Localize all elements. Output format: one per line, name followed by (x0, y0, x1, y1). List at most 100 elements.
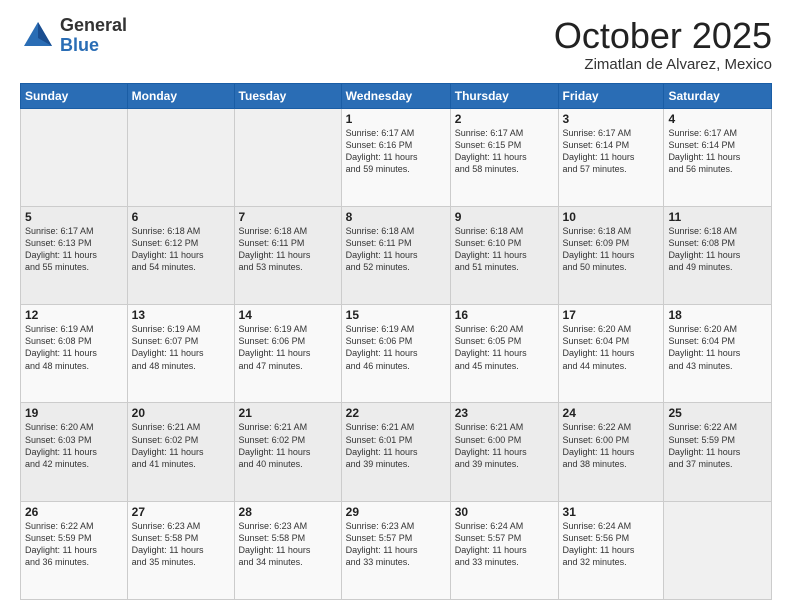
calendar-cell: 7Sunrise: 6:18 AM Sunset: 6:11 PM Daylig… (234, 206, 341, 304)
calendar-cell: 16Sunrise: 6:20 AM Sunset: 6:05 PM Dayli… (450, 305, 558, 403)
calendar-cell (234, 108, 341, 206)
day-number: 20 (132, 406, 230, 420)
calendar-cell: 26Sunrise: 6:22 AM Sunset: 5:59 PM Dayli… (21, 501, 128, 599)
weekday-header-saturday: Saturday (664, 83, 772, 108)
calendar-week-2: 5Sunrise: 6:17 AM Sunset: 6:13 PM Daylig… (21, 206, 772, 304)
calendar-cell: 4Sunrise: 6:17 AM Sunset: 6:14 PM Daylig… (664, 108, 772, 206)
day-number: 6 (132, 210, 230, 224)
logo-blue-text: Blue (60, 36, 127, 56)
day-number: 28 (239, 505, 337, 519)
day-info: Sunrise: 6:17 AM Sunset: 6:15 PM Dayligh… (455, 127, 554, 176)
day-info: Sunrise: 6:21 AM Sunset: 6:02 PM Dayligh… (239, 421, 337, 470)
day-number: 4 (668, 112, 767, 126)
calendar-cell: 3Sunrise: 6:17 AM Sunset: 6:14 PM Daylig… (558, 108, 664, 206)
day-number: 18 (668, 308, 767, 322)
day-number: 17 (563, 308, 660, 322)
day-number: 9 (455, 210, 554, 224)
location: Zimatlan de Alvarez, Mexico (554, 56, 772, 73)
logo-icon (20, 18, 56, 54)
day-info: Sunrise: 6:18 AM Sunset: 6:09 PM Dayligh… (563, 225, 660, 274)
day-number: 21 (239, 406, 337, 420)
weekday-header-friday: Friday (558, 83, 664, 108)
calendar-cell: 21Sunrise: 6:21 AM Sunset: 6:02 PM Dayli… (234, 403, 341, 501)
weekday-row: SundayMondayTuesdayWednesdayThursdayFrid… (21, 83, 772, 108)
day-number: 22 (346, 406, 446, 420)
calendar-cell (21, 108, 128, 206)
day-info: Sunrise: 6:20 AM Sunset: 6:04 PM Dayligh… (563, 323, 660, 372)
day-info: Sunrise: 6:20 AM Sunset: 6:03 PM Dayligh… (25, 421, 123, 470)
calendar-cell (664, 501, 772, 599)
calendar-week-4: 19Sunrise: 6:20 AM Sunset: 6:03 PM Dayli… (21, 403, 772, 501)
day-number: 1 (346, 112, 446, 126)
day-info: Sunrise: 6:22 AM Sunset: 5:59 PM Dayligh… (25, 520, 123, 569)
logo-text: General Blue (60, 16, 127, 56)
day-info: Sunrise: 6:18 AM Sunset: 6:10 PM Dayligh… (455, 225, 554, 274)
calendar-cell: 25Sunrise: 6:22 AM Sunset: 5:59 PM Dayli… (664, 403, 772, 501)
day-info: Sunrise: 6:19 AM Sunset: 6:07 PM Dayligh… (132, 323, 230, 372)
day-number: 10 (563, 210, 660, 224)
day-number: 7 (239, 210, 337, 224)
day-number: 11 (668, 210, 767, 224)
calendar: SundayMondayTuesdayWednesdayThursdayFrid… (20, 83, 772, 600)
calendar-header: SundayMondayTuesdayWednesdayThursdayFrid… (21, 83, 772, 108)
day-number: 24 (563, 406, 660, 420)
day-number: 8 (346, 210, 446, 224)
day-info: Sunrise: 6:23 AM Sunset: 5:58 PM Dayligh… (132, 520, 230, 569)
weekday-header-tuesday: Tuesday (234, 83, 341, 108)
day-info: Sunrise: 6:23 AM Sunset: 5:58 PM Dayligh… (239, 520, 337, 569)
calendar-cell: 30Sunrise: 6:24 AM Sunset: 5:57 PM Dayli… (450, 501, 558, 599)
calendar-cell: 18Sunrise: 6:20 AM Sunset: 6:04 PM Dayli… (664, 305, 772, 403)
day-number: 30 (455, 505, 554, 519)
day-info: Sunrise: 6:21 AM Sunset: 6:02 PM Dayligh… (132, 421, 230, 470)
day-number: 12 (25, 308, 123, 322)
day-number: 25 (668, 406, 767, 420)
calendar-cell: 12Sunrise: 6:19 AM Sunset: 6:08 PM Dayli… (21, 305, 128, 403)
day-info: Sunrise: 6:21 AM Sunset: 6:00 PM Dayligh… (455, 421, 554, 470)
day-number: 3 (563, 112, 660, 126)
header-right: October 2025 Zimatlan de Alvarez, Mexico (554, 16, 772, 73)
day-info: Sunrise: 6:19 AM Sunset: 6:06 PM Dayligh… (239, 323, 337, 372)
calendar-cell (127, 108, 234, 206)
day-number: 26 (25, 505, 123, 519)
calendar-cell: 13Sunrise: 6:19 AM Sunset: 6:07 PM Dayli… (127, 305, 234, 403)
day-info: Sunrise: 6:18 AM Sunset: 6:11 PM Dayligh… (346, 225, 446, 274)
calendar-cell: 29Sunrise: 6:23 AM Sunset: 5:57 PM Dayli… (341, 501, 450, 599)
day-number: 23 (455, 406, 554, 420)
calendar-cell: 9Sunrise: 6:18 AM Sunset: 6:10 PM Daylig… (450, 206, 558, 304)
calendar-cell: 14Sunrise: 6:19 AM Sunset: 6:06 PM Dayli… (234, 305, 341, 403)
day-info: Sunrise: 6:20 AM Sunset: 6:04 PM Dayligh… (668, 323, 767, 372)
weekday-header-wednesday: Wednesday (341, 83, 450, 108)
calendar-cell: 22Sunrise: 6:21 AM Sunset: 6:01 PM Dayli… (341, 403, 450, 501)
month-title: October 2025 (554, 16, 772, 56)
day-number: 16 (455, 308, 554, 322)
day-number: 31 (563, 505, 660, 519)
day-number: 19 (25, 406, 123, 420)
calendar-body: 1Sunrise: 6:17 AM Sunset: 6:16 PM Daylig… (21, 108, 772, 599)
calendar-cell: 31Sunrise: 6:24 AM Sunset: 5:56 PM Dayli… (558, 501, 664, 599)
header: General Blue October 2025 Zimatlan de Al… (20, 16, 772, 73)
logo: General Blue (20, 16, 127, 56)
calendar-cell: 20Sunrise: 6:21 AM Sunset: 6:02 PM Dayli… (127, 403, 234, 501)
day-info: Sunrise: 6:18 AM Sunset: 6:11 PM Dayligh… (239, 225, 337, 274)
day-info: Sunrise: 6:22 AM Sunset: 6:00 PM Dayligh… (563, 421, 660, 470)
calendar-cell: 24Sunrise: 6:22 AM Sunset: 6:00 PM Dayli… (558, 403, 664, 501)
day-info: Sunrise: 6:18 AM Sunset: 6:12 PM Dayligh… (132, 225, 230, 274)
day-info: Sunrise: 6:17 AM Sunset: 6:14 PM Dayligh… (668, 127, 767, 176)
day-number: 14 (239, 308, 337, 322)
day-info: Sunrise: 6:19 AM Sunset: 6:06 PM Dayligh… (346, 323, 446, 372)
day-info: Sunrise: 6:17 AM Sunset: 6:13 PM Dayligh… (25, 225, 123, 274)
day-info: Sunrise: 6:24 AM Sunset: 5:56 PM Dayligh… (563, 520, 660, 569)
weekday-header-monday: Monday (127, 83, 234, 108)
day-info: Sunrise: 6:20 AM Sunset: 6:05 PM Dayligh… (455, 323, 554, 372)
day-info: Sunrise: 6:23 AM Sunset: 5:57 PM Dayligh… (346, 520, 446, 569)
calendar-week-1: 1Sunrise: 6:17 AM Sunset: 6:16 PM Daylig… (21, 108, 772, 206)
calendar-cell: 5Sunrise: 6:17 AM Sunset: 6:13 PM Daylig… (21, 206, 128, 304)
logo-general-text: General (60, 16, 127, 36)
weekday-header-thursday: Thursday (450, 83, 558, 108)
day-info: Sunrise: 6:19 AM Sunset: 6:08 PM Dayligh… (25, 323, 123, 372)
calendar-cell: 11Sunrise: 6:18 AM Sunset: 6:08 PM Dayli… (664, 206, 772, 304)
day-info: Sunrise: 6:21 AM Sunset: 6:01 PM Dayligh… (346, 421, 446, 470)
day-info: Sunrise: 6:17 AM Sunset: 6:16 PM Dayligh… (346, 127, 446, 176)
weekday-header-sunday: Sunday (21, 83, 128, 108)
day-number: 15 (346, 308, 446, 322)
